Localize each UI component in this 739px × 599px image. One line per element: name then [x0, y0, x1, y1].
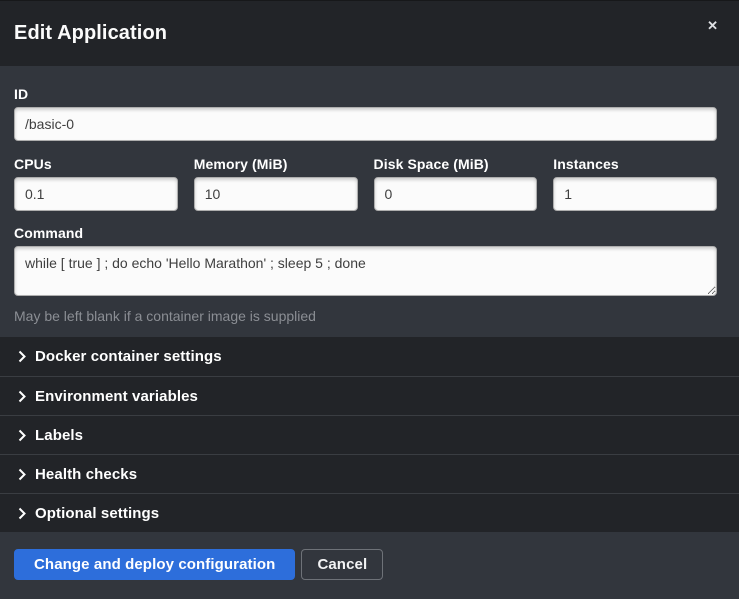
close-icon[interactable]: ✕ [703, 15, 722, 36]
disk-space-label: Disk Space (MiB) [374, 156, 538, 172]
command-field-group: Command while [ true ] ; do echo 'Hello … [14, 225, 717, 324]
disk-field-group: Disk Space (MiB) [374, 156, 538, 211]
section-optional-settings[interactable]: Optional settings [0, 493, 739, 532]
section-environment-variables[interactable]: Environment variables [0, 376, 739, 415]
command-textarea[interactable]: while [ true ] ; do echo 'Hello Marathon… [14, 246, 717, 296]
modal-body: ID CPUs Memory (MiB) Disk Space (MiB) In… [0, 66, 739, 324]
cancel-button[interactable]: Cancel [301, 549, 383, 580]
modal-header: Edit Application ✕ [0, 1, 739, 66]
chevron-right-icon [18, 468, 26, 481]
instances-label: Instances [553, 156, 717, 172]
modal-footer: Change and deploy configuration Cancel [0, 532, 739, 599]
command-help-text: May be left blank if a container image i… [14, 308, 717, 324]
section-health-checks[interactable]: Health checks [0, 454, 739, 493]
chevron-right-icon [18, 429, 26, 442]
instances-field-group: Instances [553, 156, 717, 211]
id-input[interactable] [14, 107, 717, 141]
section-label: Docker container settings [35, 348, 222, 365]
section-label: Optional settings [35, 505, 159, 522]
section-label: Labels [35, 427, 83, 444]
cpus-field-group: CPUs [14, 156, 178, 211]
section-label: Environment variables [35, 388, 198, 405]
change-and-deploy-button[interactable]: Change and deploy configuration [14, 549, 295, 580]
command-label: Command [14, 225, 717, 241]
memory-label: Memory (MiB) [194, 156, 358, 172]
chevron-right-icon [18, 390, 26, 403]
cpus-label: CPUs [14, 156, 178, 172]
accordion-sections: Docker container settings Environment va… [0, 337, 739, 532]
cpus-input[interactable] [14, 177, 178, 211]
id-field-group: ID [14, 86, 717, 141]
modal-title: Edit Application [14, 22, 167, 45]
section-labels[interactable]: Labels [0, 415, 739, 454]
section-label: Health checks [35, 466, 137, 483]
id-label: ID [14, 86, 717, 102]
section-docker-container-settings[interactable]: Docker container settings [0, 337, 739, 376]
chevron-right-icon [18, 350, 26, 363]
edit-application-modal: Edit Application ✕ ID CPUs Memory (MiB) … [0, 0, 739, 599]
instances-input[interactable] [553, 177, 717, 211]
memory-input[interactable] [194, 177, 358, 211]
resources-row: CPUs Memory (MiB) Disk Space (MiB) Insta… [14, 156, 717, 211]
chevron-right-icon [18, 507, 26, 520]
disk-space-input[interactable] [374, 177, 538, 211]
memory-field-group: Memory (MiB) [194, 156, 358, 211]
